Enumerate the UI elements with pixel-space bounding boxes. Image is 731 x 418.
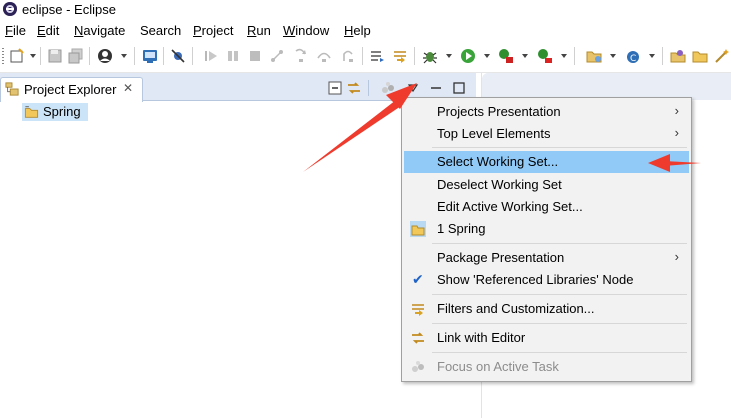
window-title: eclipse - Eclipse xyxy=(22,2,116,17)
menu-window[interactable]: Window xyxy=(283,23,329,38)
menu-item-edit-active-working-set[interactable]: Edit Active Working Set... xyxy=(404,196,689,218)
menu-item-focus-active-task: Focus on Active Task xyxy=(404,356,689,378)
minimize-icon[interactable] xyxy=(428,80,444,96)
skip-breakpoints-icon[interactable] xyxy=(170,48,186,64)
maximize-icon[interactable] xyxy=(451,80,467,96)
view-menu-icon[interactable] xyxy=(405,80,421,96)
menu-item-projects-presentation[interactable]: Projects Presentation › xyxy=(404,101,689,123)
check-icon: ✔ xyxy=(412,271,424,287)
step-return-icon[interactable] xyxy=(340,48,356,64)
working-set-icon xyxy=(410,221,426,237)
toolbar-grip[interactable] xyxy=(2,48,4,64)
menu-separator xyxy=(432,323,687,324)
toolbar-separator xyxy=(192,47,193,65)
debug-dropdown-icon[interactable] xyxy=(446,54,452,58)
external-tools-icon[interactable] xyxy=(537,48,553,64)
run-icon[interactable] xyxy=(460,48,476,64)
debug-icon[interactable] xyxy=(422,48,438,64)
use-step-filters-icon[interactable] xyxy=(392,48,408,64)
menu-project[interactable]: Project xyxy=(193,23,233,38)
menu-item-working-set-spring[interactable]: 1 Spring xyxy=(404,218,689,240)
project-folder-icon xyxy=(24,106,39,118)
toolbar-separator xyxy=(40,47,41,65)
filter-icon xyxy=(412,304,424,316)
view-toolbar-separator xyxy=(368,80,369,96)
project-explorer-icon xyxy=(5,82,19,96)
toolbar-separator xyxy=(662,47,663,65)
new-java-project-icon[interactable] xyxy=(586,48,602,64)
open-folder-icon[interactable] xyxy=(692,48,708,64)
submenu-arrow-icon: › xyxy=(674,103,679,118)
menu-bar: File Edit Navigate Search Project Run Wi… xyxy=(0,20,731,42)
tab-label: Project Explorer xyxy=(24,82,117,97)
focus-task-icon[interactable] xyxy=(380,80,396,96)
close-icon[interactable]: ✕ xyxy=(123,81,133,95)
user-icon[interactable] xyxy=(97,48,113,64)
menu-search[interactable]: Search xyxy=(140,23,181,38)
external-tools-dropdown-icon[interactable] xyxy=(561,54,567,58)
toolbar-separator xyxy=(362,47,363,65)
menu-item-show-referenced-libraries[interactable]: ✔ Show 'Referenced Libraries' Node xyxy=(404,269,689,291)
step-into-icon[interactable] xyxy=(293,48,309,64)
disconnect-icon[interactable] xyxy=(269,48,285,64)
editor-tab-strip xyxy=(482,73,731,100)
user-dropdown-icon[interactable] xyxy=(121,54,127,58)
link-editor-icon xyxy=(412,332,424,344)
submenu-arrow-icon: › xyxy=(674,125,679,140)
menu-item-deselect-working-set[interactable]: Deselect Working Set xyxy=(404,174,689,196)
menu-separator xyxy=(432,147,687,148)
suspend-icon[interactable] xyxy=(225,48,241,64)
save-all-icon[interactable] xyxy=(68,48,84,64)
main-toolbar: C xyxy=(0,42,731,73)
view-menu-dropdown: Projects Presentation › Top Level Elemen… xyxy=(401,97,692,382)
new-java-dropdown-icon[interactable] xyxy=(610,54,616,58)
menu-run[interactable]: Run xyxy=(247,23,271,38)
toolbar-separator xyxy=(134,47,135,65)
menu-separator xyxy=(432,243,687,244)
menu-item-select-working-set[interactable]: Select Working Set... xyxy=(404,151,689,173)
new-dropdown-icon[interactable] xyxy=(30,54,36,58)
toolbar-separator xyxy=(574,47,575,65)
new-class-icon[interactable]: C xyxy=(625,48,641,64)
svg-text:C: C xyxy=(630,54,636,64)
link-with-editor-icon[interactable] xyxy=(346,80,362,96)
collapse-all-icon[interactable] xyxy=(327,80,343,96)
resume-icon[interactable] xyxy=(203,48,219,64)
focus-task-icon xyxy=(412,361,424,372)
terminate-icon[interactable] xyxy=(247,48,263,64)
step-over-icon[interactable] xyxy=(316,48,332,64)
menu-file[interactable]: File xyxy=(5,23,26,38)
menu-help[interactable]: Help xyxy=(344,23,371,38)
eclipse-logo-icon xyxy=(3,2,17,16)
menu-item-package-presentation[interactable]: Package Presentation › xyxy=(404,247,689,269)
new-class-dropdown-icon[interactable] xyxy=(649,54,655,58)
menu-separator xyxy=(432,294,687,295)
title-bar: eclipse - Eclipse xyxy=(0,0,731,20)
run-dropdown-icon[interactable] xyxy=(484,54,490,58)
save-icon[interactable] xyxy=(47,48,63,64)
run-last-tool-icon[interactable] xyxy=(498,48,514,64)
open-type-icon[interactable] xyxy=(670,48,686,64)
tab-project-explorer[interactable]: Project Explorer ✕ xyxy=(0,77,143,102)
search-wand-icon[interactable] xyxy=(714,48,730,64)
menu-item-filters-customization[interactable]: Filters and Customization... xyxy=(404,298,689,320)
run-tool-dropdown-icon[interactable] xyxy=(522,54,528,58)
submenu-arrow-icon: › xyxy=(674,249,679,264)
menu-item-top-level-elements[interactable]: Top Level Elements › xyxy=(404,123,689,145)
console-icon[interactable] xyxy=(142,48,158,64)
menu-separator xyxy=(432,352,687,353)
menu-item-link-with-editor[interactable]: Link with Editor xyxy=(404,327,689,349)
drop-to-frame-icon[interactable] xyxy=(369,48,385,64)
tree-item-spring[interactable]: Spring xyxy=(22,103,88,121)
toolbar-separator xyxy=(414,47,415,65)
toolbar-separator xyxy=(163,47,164,65)
toolbar-separator xyxy=(89,47,90,65)
tree-item-label: Spring xyxy=(43,104,81,119)
menu-navigate[interactable]: Navigate xyxy=(74,23,125,38)
menu-edit[interactable]: Edit xyxy=(37,23,59,38)
new-wizard-icon[interactable] xyxy=(9,48,25,64)
